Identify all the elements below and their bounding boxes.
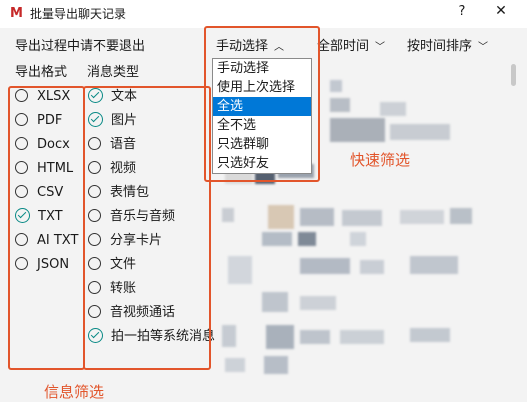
export-warning-label: 导出过程中请不要退出	[15, 39, 146, 54]
export-format-heading: 导出格式	[15, 65, 68, 80]
message-type-highlight	[83, 86, 211, 370]
sort-order-value: 按时间排序	[407, 39, 473, 54]
info-filter-annotation: 信息筛选	[44, 383, 105, 401]
app-logo-icon: M	[10, 6, 23, 21]
close-button[interactable]: ✕	[494, 3, 508, 19]
scrollbar-thumb[interactable]	[511, 64, 516, 86]
time-range-value: 全部时间	[317, 39, 370, 54]
format-highlight	[8, 86, 85, 370]
quick-filter-annotation: 快速筛选	[350, 151, 411, 169]
time-range-select[interactable]: 全部时间 ﹀	[317, 36, 402, 58]
help-button[interactable]: ?	[455, 4, 469, 19]
sort-order-select[interactable]: 按时间排序 ﹀	[407, 36, 507, 58]
chevron-down-icon: ﹀	[375, 42, 386, 53]
window-title: 批量导出聊天记录	[30, 7, 127, 21]
quick-filter-highlight	[204, 26, 320, 182]
chevron-down-icon: ﹀	[478, 42, 489, 53]
message-type-heading: 消息类型	[87, 65, 140, 80]
title-bar: M 批量导出聊天记录 ? ✕	[0, 0, 527, 28]
